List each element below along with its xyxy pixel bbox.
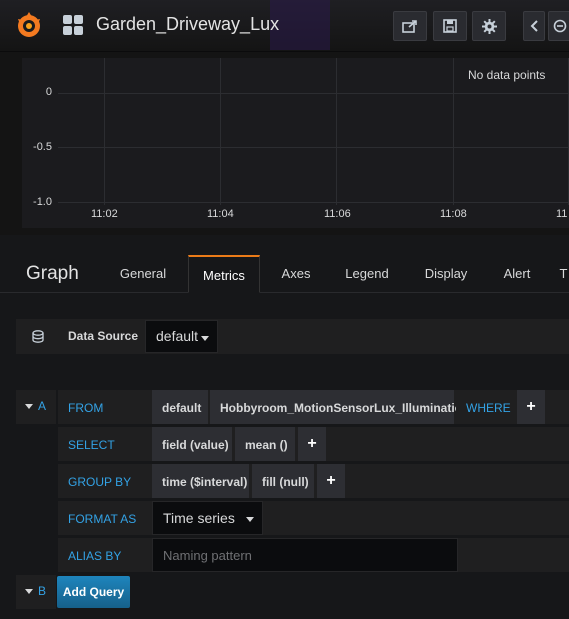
gridline xyxy=(220,58,221,205)
query-b-toggle[interactable]: B xyxy=(16,575,56,609)
tab-alert[interactable]: Alert xyxy=(492,255,542,293)
datasource-value: default xyxy=(156,328,199,344)
no-data-message: No data points xyxy=(468,68,546,82)
from-keyword: FROM xyxy=(58,390,150,424)
tab-axes[interactable]: Axes xyxy=(272,255,320,293)
select-function-segment[interactable]: mean () xyxy=(235,427,295,461)
settings-button[interactable] xyxy=(472,11,506,41)
grafana-logo-icon[interactable] xyxy=(14,10,44,40)
query-letter: B xyxy=(38,584,47,598)
datasource-select[interactable]: default xyxy=(145,320,218,353)
tab-time-range[interactable]: T xyxy=(558,255,569,293)
query-a-toggle[interactable]: A xyxy=(16,390,56,424)
save-button[interactable] xyxy=(433,11,467,41)
datasource-row: Data Source default xyxy=(16,319,569,354)
panel-type-title: Graph xyxy=(26,263,79,284)
share-button[interactable] xyxy=(393,11,427,41)
graph-panel: No data points 0 -0.5 -1.0 11:02 11:04 1… xyxy=(0,52,569,235)
tab-display[interactable]: Display xyxy=(414,255,478,293)
database-icon xyxy=(32,330,44,343)
caret-down-icon xyxy=(25,589,33,594)
caret-down-icon xyxy=(246,517,254,522)
y-tick-label: -0.5 xyxy=(33,141,52,153)
y-tick-label: 0 xyxy=(45,86,52,98)
top-navbar: Garden_Driveway_Lux xyxy=(0,0,569,52)
caret-down-icon xyxy=(201,336,209,341)
select-field-segment[interactable]: field (value) xyxy=(152,427,232,461)
gridline xyxy=(104,58,105,205)
add-select-button[interactable]: + xyxy=(298,427,326,461)
query-letter: A xyxy=(38,399,47,413)
alias-by-keyword: ALIAS BY xyxy=(58,538,150,572)
select-keyword: SELECT xyxy=(58,427,150,461)
gridline xyxy=(58,202,569,203)
zoom-out-button[interactable] xyxy=(548,11,569,41)
panel-editor: Graph General Metrics Axes Legend Displa… xyxy=(0,235,569,619)
tab-legend[interactable]: Legend xyxy=(334,255,400,293)
save-icon xyxy=(443,19,457,33)
alias-by-input[interactable] xyxy=(152,538,458,572)
measurement-segment[interactable]: Hobbyroom_MotionSensorLux_Illumination xyxy=(210,390,469,424)
gridline xyxy=(453,58,454,205)
x-tick-label: 11:08 xyxy=(440,208,467,220)
gridline xyxy=(58,147,569,148)
dashboard-title[interactable]: Garden_Driveway_Lux xyxy=(96,14,279,35)
group-by-keyword: GROUP BY xyxy=(58,464,150,498)
settings-icon xyxy=(481,18,497,34)
x-tick-label: 11:04 xyxy=(207,208,234,220)
x-tick-label: 11:06 xyxy=(324,208,351,220)
caret-down-icon xyxy=(25,404,33,409)
editor-tabs-bar: Graph General Metrics Axes Legend Displa… xyxy=(0,255,569,293)
format-as-keyword: FORMAT AS xyxy=(58,501,150,535)
plot-area[interactable]: No data points xyxy=(22,58,569,228)
format-as-value: Time series xyxy=(163,510,235,526)
retention-policy-segment[interactable]: default xyxy=(152,390,208,424)
gridline xyxy=(58,93,569,94)
add-query-button[interactable]: Add Query xyxy=(57,576,130,608)
where-keyword: WHERE xyxy=(456,390,516,424)
y-tick-label: -1.0 xyxy=(33,196,52,208)
add-group-by-button[interactable]: + xyxy=(317,464,345,498)
chevron-left-icon xyxy=(530,20,538,32)
tab-metrics[interactable]: Metrics xyxy=(188,255,260,293)
datasource-label: Data Source xyxy=(68,329,139,343)
dashboard-grid-icon[interactable] xyxy=(63,15,83,35)
add-where-button[interactable]: + xyxy=(517,390,545,424)
zoom-out-icon xyxy=(553,19,567,33)
group-fill-segment[interactable]: fill (null) xyxy=(252,464,314,498)
time-back-button[interactable] xyxy=(523,11,545,41)
tab-general[interactable]: General xyxy=(110,255,176,293)
group-time-segment[interactable]: time ($interval) xyxy=(152,464,249,498)
share-icon xyxy=(402,20,417,33)
x-tick-label: 11 xyxy=(556,208,568,220)
x-tick-label: 11:02 xyxy=(91,208,118,220)
gridline xyxy=(336,58,337,205)
format-as-select[interactable]: Time series xyxy=(152,501,263,535)
